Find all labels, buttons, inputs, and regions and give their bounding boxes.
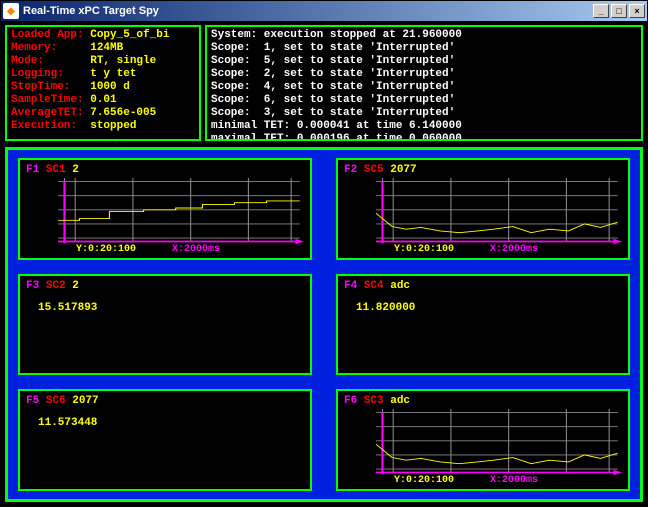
scope-4[interactable]: F4 SC4 adc 11.820000 xyxy=(336,274,630,376)
scope-5[interactable]: F5 SC6 2077 11.573448 xyxy=(18,389,312,491)
app-icon: ◆ xyxy=(3,3,19,19)
title-bar[interactable]: ◆ Real-Time xPC Target Spy _ □ × xyxy=(1,1,647,21)
status-row: Mode: RT, single xyxy=(11,55,195,68)
scope-readout: 11.573448 xyxy=(38,417,97,429)
scope-title: F6 SC3 adc xyxy=(344,395,622,409)
maximize-button[interactable]: □ xyxy=(611,4,627,18)
scope-body: Y:0:20:100X:2000ms xyxy=(344,409,622,487)
close-button[interactable]: × xyxy=(629,4,645,18)
scope-title: F3 SC2 2 xyxy=(26,280,304,294)
scope-title: F1 SC1 2 xyxy=(26,164,304,178)
scope-axis-labels: Y:0:20:100X:2000ms xyxy=(344,244,622,255)
scope-2[interactable]: F2 SC5 2077 Y:0:20:100X:2000ms xyxy=(336,158,630,260)
scope-3[interactable]: F3 SC2 2 15.517893 xyxy=(18,274,312,376)
status-row: Loaded App: Copy_5_of_bi xyxy=(11,29,195,42)
scope-body: 15.517893 xyxy=(26,294,304,372)
scope-title: F5 SC6 2077 xyxy=(26,395,304,409)
message-log: System: execution stopped at 21.960000 S… xyxy=(205,25,643,141)
status-row: SampleTime: 0.01 xyxy=(11,94,195,107)
scope-6[interactable]: F6 SC3 adc Y:0:20:100X:2000ms xyxy=(336,389,630,491)
scopes-container: F1 SC1 2 Y:0:20:100X:2000ms F2 SC5 2077 Y:… xyxy=(5,147,643,502)
scope-body: 11.820000 xyxy=(344,294,622,372)
status-row: AverageTET: 7.656e-005 xyxy=(11,107,195,120)
scope-title: F2 SC5 2077 xyxy=(344,164,622,178)
scope-axis-labels: Y:0:20:100X:2000ms xyxy=(26,244,304,255)
scope-readout: 11.820000 xyxy=(356,302,415,314)
status-row: Execution: stopped xyxy=(11,120,195,133)
scope-readout: 15.517893 xyxy=(38,302,97,314)
scope-title: F4 SC4 adc xyxy=(344,280,622,294)
status-row: Logging: t y tet xyxy=(11,68,195,81)
client-area: Loaded App: Copy_5_of_biMemory: 124MBMod… xyxy=(1,21,647,506)
minimize-button[interactable]: _ xyxy=(593,4,609,18)
status-row: StopTime: 1000 d xyxy=(11,81,195,94)
scope-axis-labels: Y:0:20:100X:2000ms xyxy=(344,475,622,486)
status-panel: Loaded App: Copy_5_of_biMemory: 124MBMod… xyxy=(5,25,201,141)
scope-1[interactable]: F1 SC1 2 Y:0:20:100X:2000ms xyxy=(18,158,312,260)
status-row: Memory: 124MB xyxy=(11,42,195,55)
scope-body: 11.573448 xyxy=(26,409,304,487)
window-title: Real-Time xPC Target Spy xyxy=(23,5,159,17)
scope-body: Y:0:20:100X:2000ms xyxy=(26,178,304,256)
scope-body: Y:0:20:100X:2000ms xyxy=(344,178,622,256)
app-window: ◆ Real-Time xPC Target Spy _ □ × Loaded … xyxy=(0,0,648,507)
